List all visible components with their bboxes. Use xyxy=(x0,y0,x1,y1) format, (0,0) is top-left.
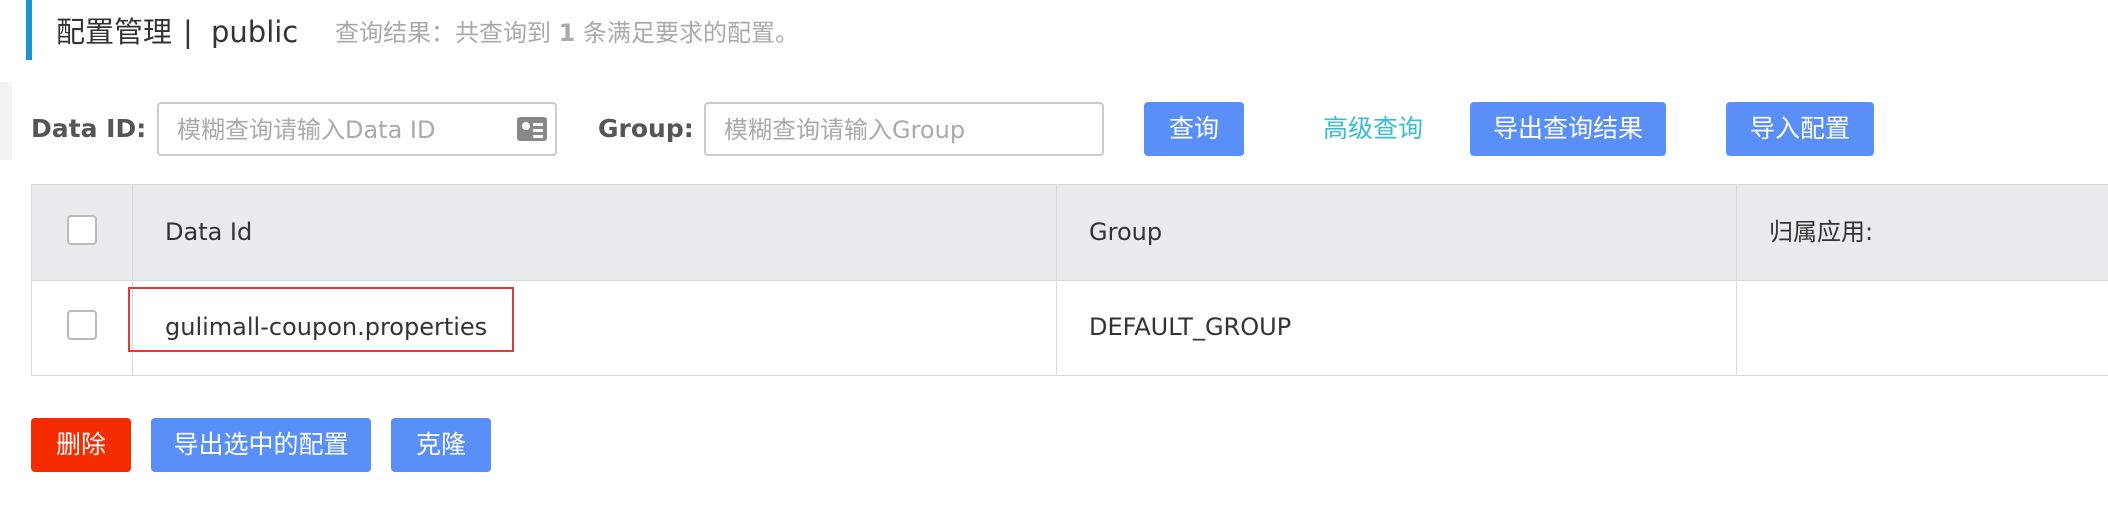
column-header-group: Group xyxy=(1089,218,1163,246)
column-divider xyxy=(1736,185,1737,375)
group-input-wrapper xyxy=(704,102,1104,156)
clone-button[interactable]: 克隆 xyxy=(391,418,491,472)
page-title: 配置管理 xyxy=(56,15,173,49)
query-button[interactable]: 查询 xyxy=(1144,102,1244,156)
query-result-prefix: 查询结果：共查询到 xyxy=(335,19,551,47)
highlight-annotation xyxy=(128,287,514,352)
row-group: DEFAULT_GROUP xyxy=(1089,313,1292,341)
side-strip xyxy=(0,82,12,160)
title-separator: | xyxy=(183,15,193,49)
namespace-label: public xyxy=(211,15,299,49)
export-selected-button[interactable]: 导出选中的配置 xyxy=(151,418,371,472)
column-divider xyxy=(1056,185,1057,375)
group-label: Group: xyxy=(598,114,694,143)
column-header-data-id: Data Id xyxy=(165,218,253,246)
row-checkbox[interactable] xyxy=(67,310,97,340)
query-result-summary: 查询结果：共查询到 1 条满足要求的配置。 xyxy=(335,16,799,50)
import-config-button[interactable]: 导入配置 xyxy=(1726,102,1874,156)
group-input[interactable] xyxy=(722,104,1090,156)
data-id-input[interactable] xyxy=(175,104,543,156)
data-id-input-wrapper xyxy=(157,102,557,156)
select-all-checkbox[interactable] xyxy=(67,215,97,245)
advanced-query-link[interactable]: 高级查询 xyxy=(1323,102,1423,156)
delete-button[interactable]: 删除 xyxy=(31,418,131,472)
export-results-button[interactable]: 导出查询结果 xyxy=(1470,102,1666,156)
data-id-label: Data ID: xyxy=(31,114,147,143)
header-accent-bar xyxy=(26,0,32,60)
column-header-app: 归属应用: xyxy=(1769,218,1874,246)
table-header: Data Id Group 归属应用: xyxy=(32,185,2108,281)
query-result-count: 1 xyxy=(558,19,576,47)
query-result-suffix: 条满足要求的配置。 xyxy=(582,19,799,47)
id-card-icon xyxy=(517,117,547,141)
